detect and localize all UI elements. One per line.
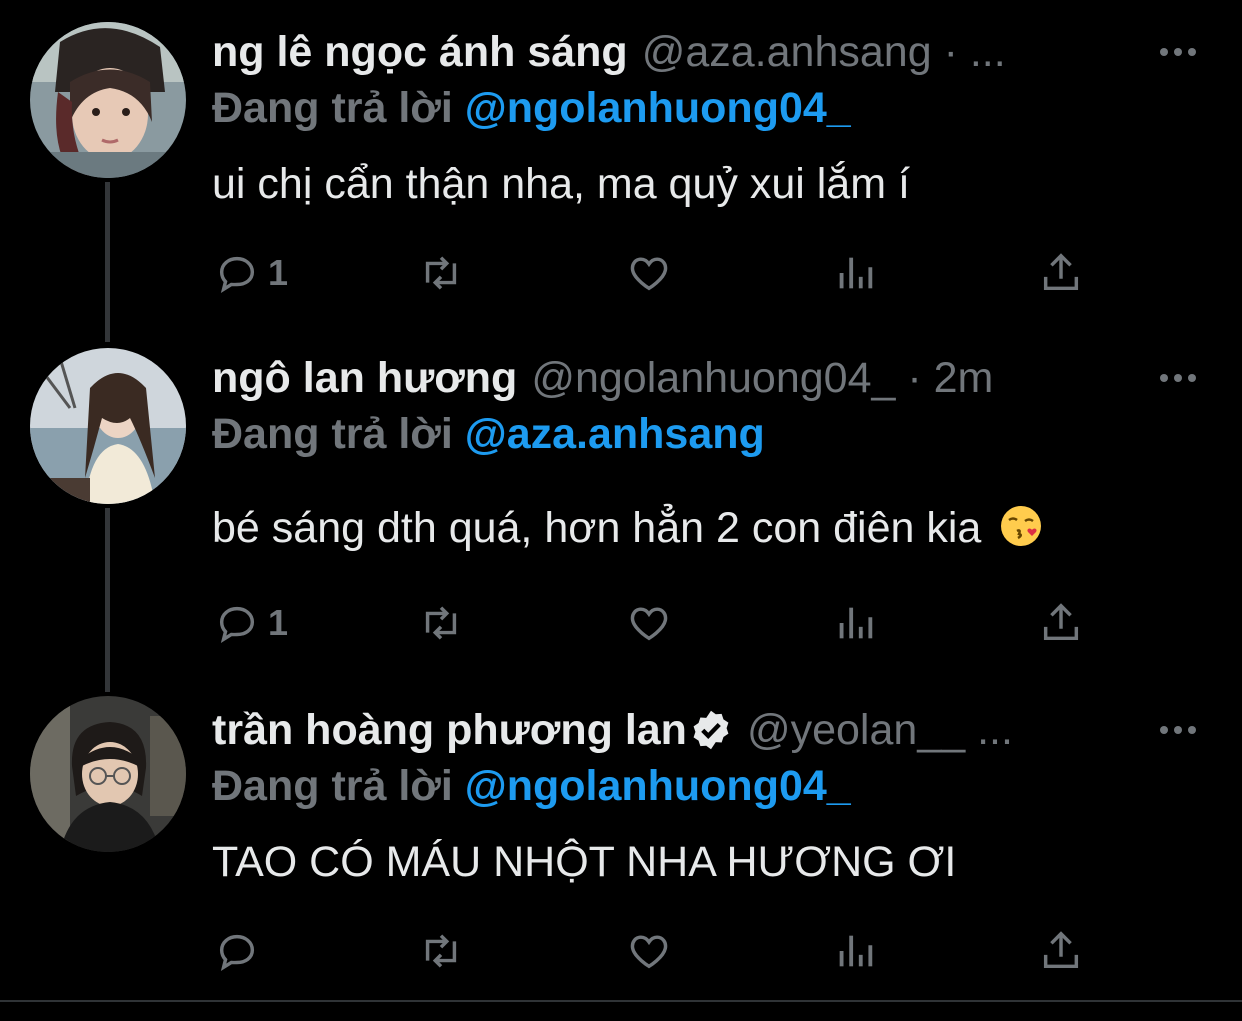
tweet-text: TAO CÓ MÁU NHỘT NHA HƯƠNG ƠI — [212, 838, 957, 886]
like-button[interactable] — [626, 926, 672, 976]
action-bar: 1 — [212, 598, 1112, 648]
reply-count: 1 — [268, 252, 289, 293]
mention-link[interactable]: @aza.anhsang — [465, 410, 765, 458]
handle-meta[interactable]: @aza.anhsang · ... — [642, 28, 1006, 77]
reply-prefix: Đang trả lời — [212, 84, 453, 132]
retweet-button[interactable] — [418, 248, 464, 298]
mention-link[interactable]: @ngolanhuong04_ — [465, 762, 851, 810]
tweet-header: ng lê ngọc ánh sáng @aza.anhsang · ... — [212, 24, 1242, 80]
retweet-icon — [425, 256, 457, 290]
avatar[interactable] — [30, 696, 186, 852]
retweet-button[interactable] — [418, 926, 464, 976]
reply-icon — [219, 256, 255, 294]
reply-icon — [219, 934, 255, 972]
share-icon — [1043, 603, 1079, 641]
views-icon — [839, 935, 873, 967]
views-button[interactable] — [832, 598, 878, 648]
more-icon[interactable] — [1160, 42, 1200, 62]
retweet-icon — [425, 934, 457, 968]
views-button[interactable] — [832, 926, 878, 976]
reply-icon — [219, 606, 255, 644]
tweet-text: bé sáng dth quá, hơn hẳn 2 con điên kia — [212, 504, 1043, 553]
display-name[interactable]: ng lê ngọc ánh sáng — [212, 28, 628, 77]
tweet[interactable]: ng lê ngọc ánh sáng @aza.anhsang · ... Đ… — [0, 0, 1242, 330]
more-icon[interactable] — [1160, 720, 1200, 740]
views-icon — [839, 257, 873, 289]
handle-meta[interactable]: @yeolan__ ... — [747, 706, 1013, 755]
views-button[interactable] — [832, 248, 878, 298]
more-icon[interactable] — [1160, 368, 1200, 388]
reply-button[interactable]: 1 — [214, 598, 288, 648]
avatar[interactable] — [30, 348, 186, 504]
handle-meta[interactable]: @ngolanhuong04_ · 2m — [531, 354, 993, 403]
divider — [0, 1000, 1242, 1002]
like-button[interactable] — [626, 598, 672, 648]
like-icon — [630, 257, 668, 291]
share-button[interactable] — [1038, 926, 1084, 976]
face-blowing-kiss-icon — [1001, 506, 1042, 546]
tweet-header: trần hoàng phương lan @yeolan__ ... — [212, 702, 1242, 758]
tweet-header: ngô lan hương @ngolanhuong04_ · 2m — [212, 350, 1242, 406]
retweet-button[interactable] — [418, 598, 464, 648]
tweet-text-content: bé sáng dth quá, hơn hẳn 2 con điên kia — [212, 504, 982, 552]
views-icon — [839, 607, 873, 639]
replying-to: Đang trả lời @ngolanhuong04_ — [212, 84, 851, 133]
like-icon — [630, 935, 668, 969]
like-button[interactable] — [626, 248, 672, 298]
tweet-text: ui chị cẩn thận nha, ma quỷ xui lắm í — [212, 160, 910, 208]
avatar[interactable] — [30, 22, 186, 178]
action-bar: 1 — [212, 248, 1112, 298]
replying-to: Đang trả lời @aza.anhsang — [212, 410, 765, 459]
tweet[interactable]: ngô lan hương @ngolanhuong04_ · 2m Đang … — [0, 330, 1242, 670]
reply-prefix: Đang trả lời — [212, 410, 453, 458]
tweet[interactable]: trần hoàng phương lan @yeolan__ ... Đang… — [0, 670, 1242, 1000]
display-name[interactable]: trần hoàng phương lan — [212, 706, 687, 755]
mention-link[interactable]: @ngolanhuong04_ — [465, 84, 851, 132]
retweet-icon — [425, 606, 457, 640]
share-icon — [1043, 931, 1079, 969]
share-icon — [1043, 253, 1079, 291]
like-icon — [630, 607, 668, 641]
replying-to: Đang trả lời @ngolanhuong04_ — [212, 762, 851, 811]
display-name[interactable]: ngô lan hương — [212, 354, 517, 403]
reply-button[interactable] — [214, 926, 260, 976]
share-button[interactable] — [1038, 248, 1084, 298]
reply-button[interactable]: 1 — [214, 248, 288, 298]
reply-count: 1 — [268, 602, 289, 643]
verified-icon — [693, 710, 729, 750]
action-bar — [212, 926, 1112, 976]
share-button[interactable] — [1038, 598, 1084, 648]
reply-prefix: Đang trả lời — [212, 762, 453, 810]
